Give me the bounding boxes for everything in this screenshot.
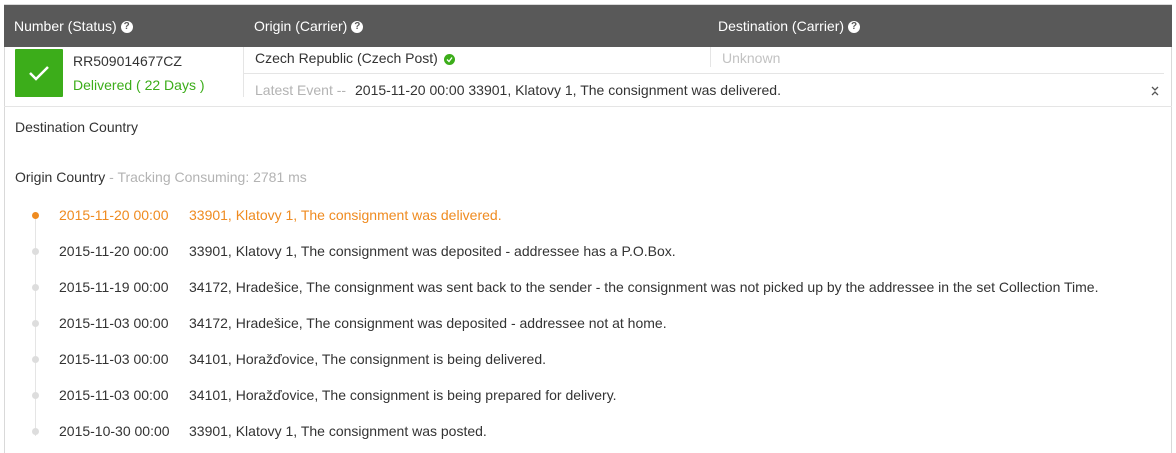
tracking-panel (4, 4, 1172, 453)
expand-collapse-icon[interactable] (1149, 84, 1161, 98)
timeline-dot-icon (32, 428, 39, 435)
event-description: 34101, Horažďovice, The consignment is b… (189, 387, 617, 403)
checkmark-icon (29, 66, 49, 81)
header-destination-carrier-label: Destination (Carrier) (718, 18, 845, 34)
event-date: 2015-11-03 00:00 (59, 315, 169, 331)
timeline-dot-icon (32, 212, 39, 219)
header-origin-carrier-label: Origin (Carrier) (254, 18, 348, 34)
event-description: 34172, Hradešice, The consignment was se… (189, 279, 1099, 295)
tracking-number[interactable]: RR509014677CZ (73, 53, 182, 69)
header-origin-carrier: Origin (Carrier)? (254, 5, 364, 47)
delivered-status-badge (15, 49, 63, 97)
header-number-status: Number (Status)? (14, 5, 133, 47)
event-date: 2015-11-03 00:00 (59, 387, 169, 403)
origin-country-heading: Origin Country - Tracking Consuming: 278… (15, 169, 307, 185)
header-number-status-label: Number (Status) (14, 18, 117, 34)
help-icon[interactable]: ? (351, 21, 364, 34)
latest-event-text: 2015-11-20 00:00 33901, Klatovy 1, The c… (355, 82, 781, 98)
timeline-dot-icon (32, 248, 39, 255)
event-description: 34101, Horažďovice, The consignment is b… (189, 351, 546, 367)
event-date: 2015-11-20 00:00 (59, 207, 169, 223)
origin-carrier-text: Czech Republic (Czech Post) (255, 50, 438, 66)
column-divider (710, 47, 711, 67)
timeline-dot-icon (32, 392, 39, 399)
event-date: 2015-11-20 00:00 (59, 243, 169, 259)
divider (243, 73, 1164, 74)
tracking-consuming: - Tracking Consuming: 2781 ms (105, 169, 307, 185)
destination-carrier: Unknown (722, 50, 781, 66)
table-header: Number (Status)? Origin (Carrier)? Desti… (4, 5, 1172, 47)
help-icon[interactable]: ? (848, 21, 861, 34)
divider (4, 106, 1172, 107)
origin-carrier: Czech Republic (Czech Post) (255, 50, 455, 66)
timeline-dot-icon (32, 356, 39, 363)
delivery-status: Delivered ( 22 Days ) (73, 77, 205, 93)
column-divider (243, 47, 244, 97)
timeline-dot-icon (32, 284, 39, 291)
event-date: 2015-10-30 00:00 (59, 423, 170, 439)
event-description: 34172, Hradešice, The consignment was de… (189, 315, 667, 331)
check-circle-icon (443, 53, 455, 65)
help-icon[interactable]: ? (120, 21, 133, 34)
event-date: 2015-11-19 00:00 (59, 279, 169, 295)
header-destination-carrier: Destination (Carrier)? (718, 5, 861, 47)
origin-country-label: Origin Country (15, 169, 106, 185)
destination-country-heading: Destination Country (15, 119, 138, 135)
event-description: 33901, Klatovy 1, The consignment was de… (189, 243, 676, 259)
event-date: 2015-11-03 00:00 (59, 351, 169, 367)
timeline-dot-icon (32, 320, 39, 327)
event-description: 33901, Klatovy 1, The consignment was de… (189, 207, 502, 223)
latest-event-label: Latest Event -- (255, 82, 347, 98)
event-description: 33901, Klatovy 1, The consignment was po… (189, 423, 487, 439)
